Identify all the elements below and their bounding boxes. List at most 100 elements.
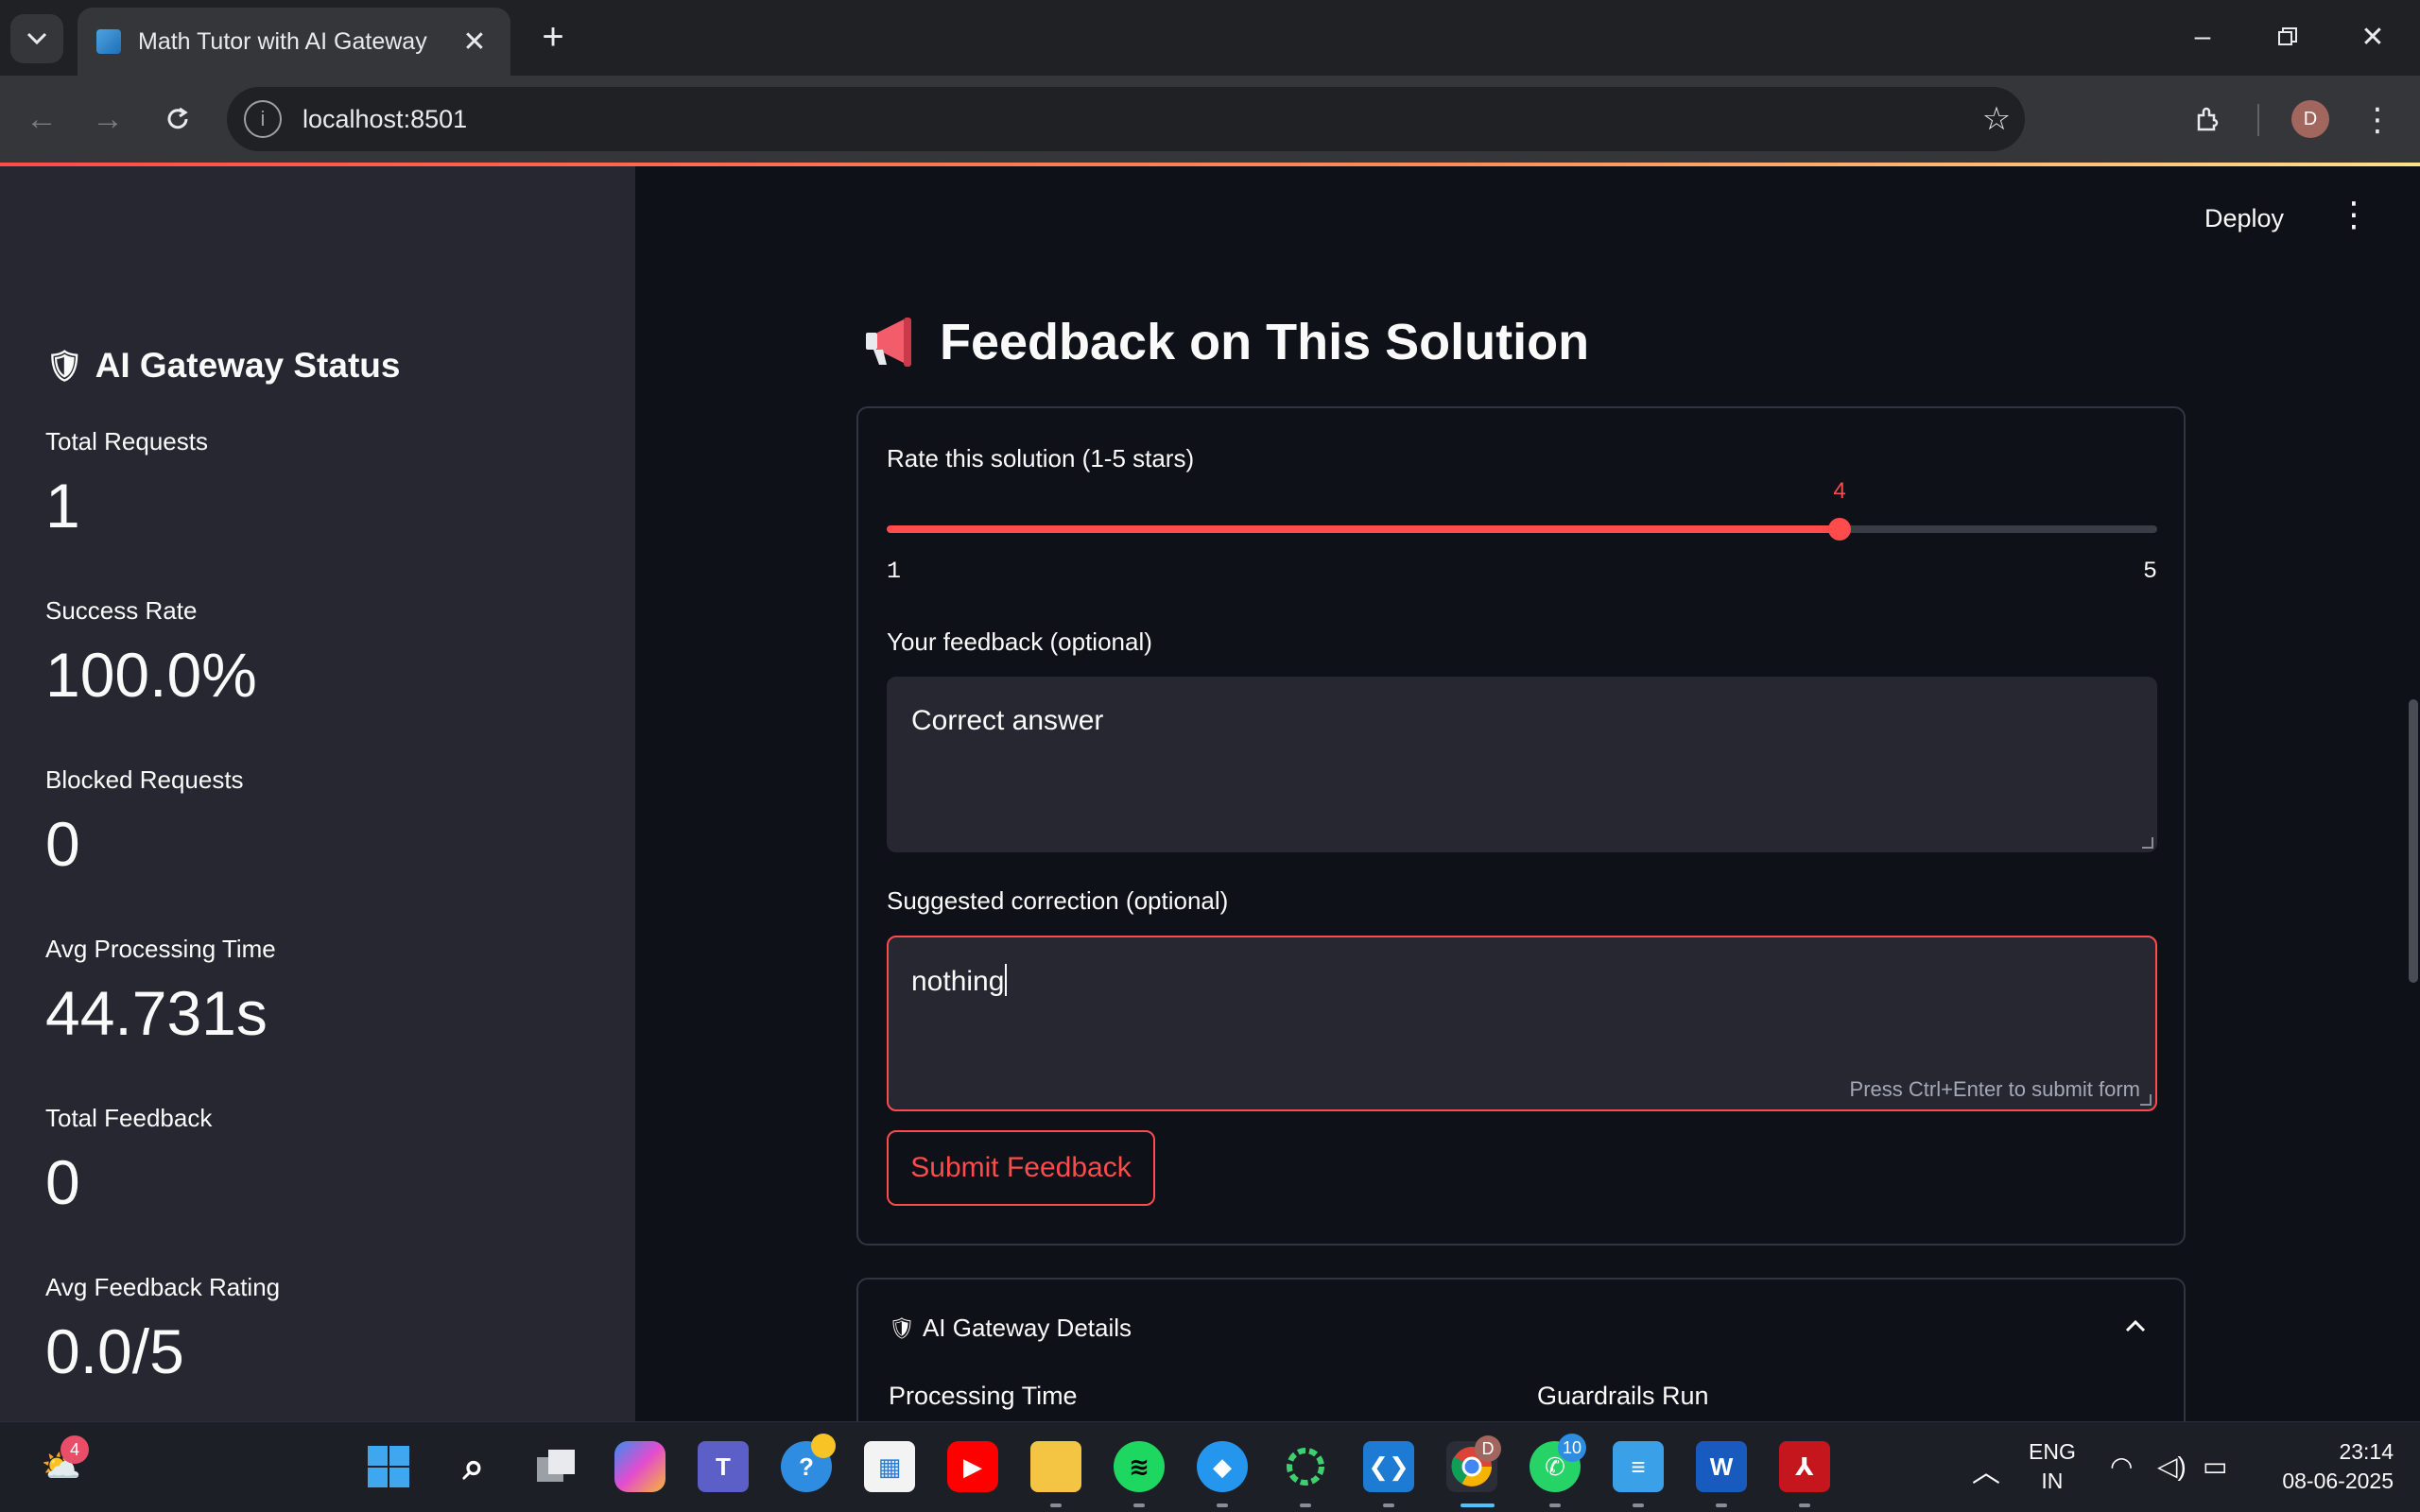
running-indicator: [1050, 1503, 1062, 1507]
metric-label: Avg Processing Time: [45, 935, 276, 963]
running-indicator: [1633, 1503, 1644, 1507]
feedback-text: Correct answer: [911, 705, 1104, 736]
task-view-icon[interactable]: [531, 1441, 582, 1492]
metric-total-feedback: Total Feedback 0: [45, 1104, 212, 1218]
close-window-button[interactable]: ✕: [2344, 13, 2401, 60]
feedback-label: Your feedback (optional): [887, 627, 1152, 656]
slider-fill: [887, 525, 1840, 533]
close-tab-icon[interactable]: ✕: [458, 26, 492, 59]
notepad-icon[interactable]: ≡: [1613, 1441, 1664, 1492]
rating-label: Rate this solution (1-5 stars): [887, 444, 1195, 472]
submit-feedback-button[interactable]: Submit Feedback: [887, 1130, 1155, 1206]
page-title-text: Feedback on This Solution: [940, 314, 1590, 370]
metric-label: Total Requests: [45, 427, 208, 455]
slider-thumb[interactable]: [1828, 518, 1851, 541]
back-button[interactable]: ←: [19, 96, 64, 142]
book-icon: [96, 29, 121, 54]
volume-icon[interactable]: ◁): [2157, 1451, 2187, 1482]
toolbar-separator: [2257, 104, 2259, 136]
site-info-icon[interactable]: i: [244, 100, 282, 138]
show-hidden-icons-chevron[interactable]: ︿: [1972, 1449, 2000, 1490]
chrome-profile-badge: D: [1475, 1435, 1501, 1462]
text-caret: [1005, 964, 1008, 996]
copilot-icon[interactable]: [614, 1441, 666, 1492]
metric-avg-processing-time: Avg Processing Time 44.731s: [45, 935, 276, 1049]
metric-avg-feedback-rating: Avg Feedback Rating 0.0/5: [45, 1273, 280, 1387]
wifi-icon[interactable]: ◠: [2110, 1451, 2133, 1482]
store-icon[interactable]: ▦: [864, 1441, 915, 1492]
metric-total-requests: Total Requests 1: [45, 427, 208, 541]
address-bar[interactable]: i localhost:8501 ☆: [227, 87, 2025, 151]
teams-icon[interactable]: T: [698, 1441, 749, 1492]
feedback-textarea[interactable]: Correct answer: [887, 677, 2157, 852]
clock-date: 08-06-2025: [2282, 1469, 2394, 1493]
correction-label: Suggested correction (optional): [887, 886, 1229, 915]
running-indicator: [1716, 1503, 1727, 1507]
loading-app-icon[interactable]: [1280, 1441, 1331, 1492]
shield-icon: 🛡: [45, 349, 84, 383]
browser-menu-icon[interactable]: ⋮: [2354, 96, 2401, 144]
chevron-down-icon: [26, 32, 47, 45]
resize-handle[interactable]: [2140, 1094, 2152, 1106]
running-indicator: [1549, 1503, 1561, 1507]
clock[interactable]: 23:14 08-06-2025: [2261, 1439, 2394, 1494]
language-indicator[interactable]: ENG IN: [2029, 1439, 2076, 1494]
active-indicator: [1461, 1503, 1495, 1507]
minimize-button[interactable]: –: [2174, 13, 2231, 60]
page-scrollbar[interactable]: [2409, 699, 2418, 983]
sidebar-title: 🛡 AI Gateway Status: [45, 346, 400, 386]
vscode-icon[interactable]: ❮❯: [1363, 1441, 1414, 1492]
browser-tabstrip: Math Tutor with AI Gateway ✕ + – ✕: [0, 0, 2420, 76]
detail-guardrails-run-label: Guardrails Run: [1537, 1382, 1709, 1410]
battery-icon[interactable]: ▭: [2203, 1451, 2227, 1482]
whatsapp-badge: 10: [1558, 1434, 1586, 1462]
feedback-form: Rate this solution (1-5 stars) 4 1 5 You…: [856, 406, 2186, 1246]
weather-badge: 4: [60, 1435, 89, 1464]
reload-button[interactable]: [155, 96, 200, 142]
metric-value: 0: [45, 1147, 80, 1217]
restore-button[interactable]: [2259, 13, 2316, 60]
running-indicator: [1133, 1503, 1145, 1507]
forward-button[interactable]: →: [85, 96, 130, 142]
expander-header[interactable]: 🛡 AI Gateway Details: [889, 1314, 1132, 1343]
deploy-button[interactable]: Deploy: [2204, 204, 2284, 233]
reload-icon: [167, 107, 188, 129]
file-explorer-icon[interactable]: [1030, 1441, 1081, 1492]
correction-textarea[interactable]: nothing Press Ctrl+Enter to submit form: [887, 936, 2157, 1111]
sidebar: 🛡 AI Gateway Status Total Requests 1 Suc…: [0, 166, 635, 1421]
metric-value: 44.731s: [45, 978, 268, 1048]
help-notification-dot: [811, 1434, 836, 1458]
docker-icon[interactable]: ◆: [1197, 1441, 1248, 1492]
acrobat-icon[interactable]: ⅄: [1779, 1441, 1830, 1492]
windows-start-icon[interactable]: [363, 1441, 414, 1492]
youtube-icon[interactable]: ▶: [947, 1441, 998, 1492]
metric-label: Blocked Requests: [45, 765, 244, 794]
running-indicator: [1217, 1503, 1228, 1507]
slider-current-value: 4: [1833, 478, 1846, 504]
extensions-icon[interactable]: [2184, 96, 2231, 144]
spotify-icon[interactable]: ≋: [1114, 1441, 1165, 1492]
chevron-up-icon[interactable]: [2125, 1304, 2146, 1341]
tab-search-button[interactable]: [10, 14, 63, 63]
bookmark-star-icon[interactable]: ☆: [1968, 100, 2025, 138]
main-content: Deploy ⋮ Feedback on This Solution Rate …: [635, 166, 2420, 1467]
correction-text: nothing: [911, 966, 1005, 997]
metric-value: 100.0%: [45, 640, 257, 710]
sidebar-title-text: AI Gateway Status: [95, 346, 401, 385]
word-icon[interactable]: W: [1696, 1441, 1747, 1492]
clock-time: 23:14: [2339, 1439, 2394, 1464]
profile-avatar[interactable]: D: [2291, 100, 2329, 138]
slider-max-label: 5: [2142, 558, 2157, 585]
browser-toolbar: ← → i localhost:8501 ☆ D ⋮: [0, 76, 2420, 163]
new-tab-button[interactable]: +: [529, 13, 577, 60]
app-menu-icon[interactable]: ⋮: [2337, 195, 2371, 234]
resize-handle[interactable]: [2142, 837, 2153, 849]
detail-processing-time-label: Processing Time: [889, 1382, 1078, 1410]
browser-tab-active[interactable]: Math Tutor with AI Gateway ✕: [78, 8, 510, 76]
region-code: IN: [2041, 1469, 2064, 1493]
rating-slider[interactable]: 4: [887, 478, 2157, 541]
metric-value: 1: [45, 471, 80, 541]
url-text: localhost:8501: [302, 104, 468, 133]
slider-min-label: 1: [887, 558, 902, 585]
search-icon[interactable]: ⌕: [448, 1441, 499, 1492]
